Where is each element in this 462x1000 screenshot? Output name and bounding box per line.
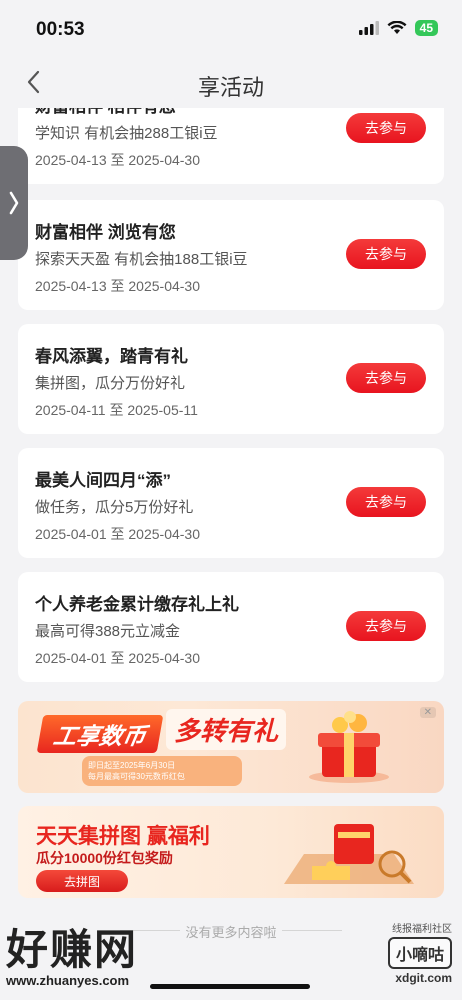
promo-banner-puzzle[interactable]: 天天集拼图 赢福利 瓜分10000份红包奖励 去拼图: [18, 806, 444, 898]
activity-date: 2025-04-13 至 2025-04-30: [35, 278, 201, 294]
status-bar: 00:53 45: [0, 0, 462, 56]
activity-subtitle: 做任务，瓜分5万份好礼: [35, 499, 194, 516]
battery-indicator: 45: [414, 20, 438, 36]
join-button[interactable]: 去参与: [346, 611, 426, 641]
activity-title: 个人养老金累计缴存礼上礼: [35, 595, 239, 614]
activity-card[interactable]: 个人养老金累计缴存礼上礼 最高可得388元立减金 2025-04-01 至 20…: [18, 572, 444, 682]
banner-title-right: 多转有礼: [166, 709, 287, 750]
activity-date: 2025-04-01 至 2025-04-30: [35, 526, 201, 542]
promo-banner-digital-currency[interactable]: 工享数币 多转有礼 即日起至2025年6月30日 每月最高可得30元数币红包 ✕: [18, 701, 444, 793]
watermark-right-url: xdgit.com: [395, 971, 452, 985]
status-icons: 45: [358, 20, 438, 36]
join-button[interactable]: 去参与: [346, 363, 426, 393]
watermark-right-badge: 小嘀咕: [387, 937, 452, 969]
activity-card[interactable]: 财富相伴 浏览有您 探索天天盈 有机会抽188工银i豆 2025-04-13 至…: [18, 200, 444, 310]
activity-subtitle: 探索天天盈 有机会抽188工银i豆: [35, 251, 248, 268]
activity-date: 2025-04-01 至 2025-04-30: [35, 650, 201, 666]
join-button[interactable]: 去参与: [346, 239, 426, 269]
activity-card[interactable]: 春风添翼，踏青有礼 集拼图，瓜分万份好礼 2025-04-11 至 2025-0…: [18, 324, 444, 434]
side-expand-handle[interactable]: [0, 146, 28, 260]
activity-title: 最美人间四月“添”: [35, 471, 171, 490]
watermark-left-url: www.zhuanyes.com: [6, 973, 130, 988]
banner-close-icon[interactable]: ✕: [419, 707, 436, 718]
watermark-left-title: 好赚网: [6, 926, 139, 973]
activity-title: 春风添翼，踏青有礼: [35, 347, 188, 366]
banner-info-line: 每月最高可得30元数币红包: [88, 772, 185, 781]
puzzle-button[interactable]: 去拼图: [36, 870, 128, 892]
activity-subtitle: 最高可得388元立减金: [35, 623, 181, 640]
banner-subtitle: 瓜分10000份红包奖励: [36, 850, 173, 866]
activity-card[interactable]: 最美人间四月“添” 做任务，瓜分5万份好礼 2025-04-01 至 2025-…: [18, 448, 444, 558]
join-button[interactable]: 去参与: [346, 487, 426, 517]
banner-title-left: 工享数币: [36, 715, 164, 753]
watermark-right-caption: 线报福利社区: [392, 924, 452, 935]
nav-bar: 享活动: [0, 56, 462, 108]
gift-box-icon: [309, 711, 389, 783]
activity-title: 财富相伴 浏览有您: [35, 223, 176, 242]
watermark-left: 好赚网 www.zhuanyes.com: [6, 916, 138, 988]
signal-icon: [358, 21, 379, 35]
watermark-right: 线报福利社区 小嘀咕 xdgit.com: [387, 920, 452, 985]
page-title: 享活动: [197, 75, 264, 100]
home-indicator[interactable]: [150, 984, 310, 989]
activity-subtitle: 学知识 有机会抽288工银i豆: [35, 125, 218, 142]
status-time: 00:53: [36, 19, 85, 40]
puzzle-gift-icon: [284, 824, 414, 884]
activity-card[interactable]: 财富相伴 相伴有您 学知识 有机会抽288工银i豆 2025-04-13 至 2…: [18, 108, 444, 184]
activity-date: 2025-04-11 至 2025-05-11: [35, 402, 198, 418]
banner-info-box: 即日起至2025年6月30日 每月最高可得30元数币红包: [82, 756, 242, 786]
activity-date: 2025-04-13 至 2025-04-30: [35, 152, 201, 168]
chevron-right-icon: [9, 191, 19, 215]
banner-info-line: 即日起至2025年6月30日: [88, 761, 176, 770]
activity-subtitle: 集拼图，瓜分万份好礼: [35, 375, 186, 392]
wifi-icon: [387, 21, 407, 34]
divider-line: [282, 930, 342, 931]
join-button[interactable]: 去参与: [346, 113, 426, 143]
activity-title: 财富相伴 相伴有您: [35, 108, 176, 117]
activity-list[interactable]: 财富相伴 相伴有您 学知识 有机会抽288工银i豆 2025-04-13 至 2…: [0, 108, 462, 1000]
banner-title: 天天集拼图 赢福利: [36, 825, 210, 848]
